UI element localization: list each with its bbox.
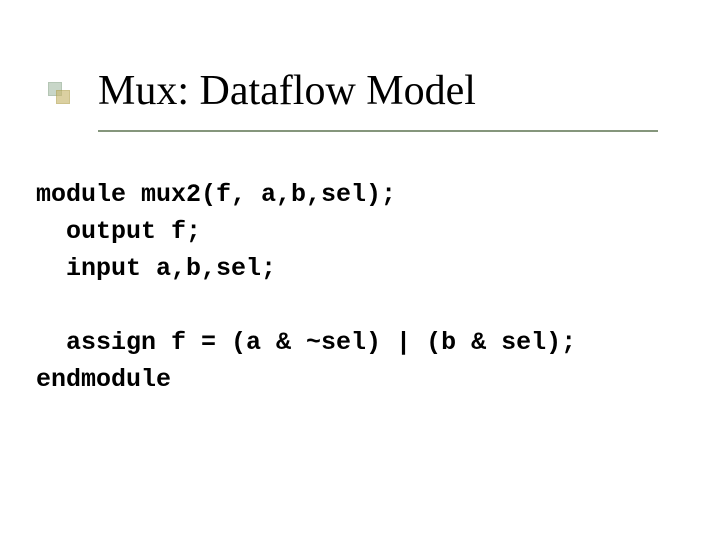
title-underline — [98, 130, 658, 132]
code-line: endmodule — [36, 365, 171, 394]
code-line: assign f = (a & ~sel) | (b & sel); — [36, 328, 576, 357]
slide-title: Mux: Dataflow Model — [98, 68, 680, 114]
code-line: output f; — [36, 217, 201, 246]
code-line: module mux2(f, a,b,sel); — [36, 180, 396, 209]
code-line: input a,b,sel; — [36, 254, 276, 283]
slide: Mux: Dataflow Model module mux2(f, a,b,s… — [0, 0, 720, 540]
title-bullet-icon — [48, 82, 70, 104]
code-block: module mux2(f, a,b,sel); output f; input… — [36, 176, 696, 398]
title-row: Mux: Dataflow Model — [48, 68, 680, 114]
